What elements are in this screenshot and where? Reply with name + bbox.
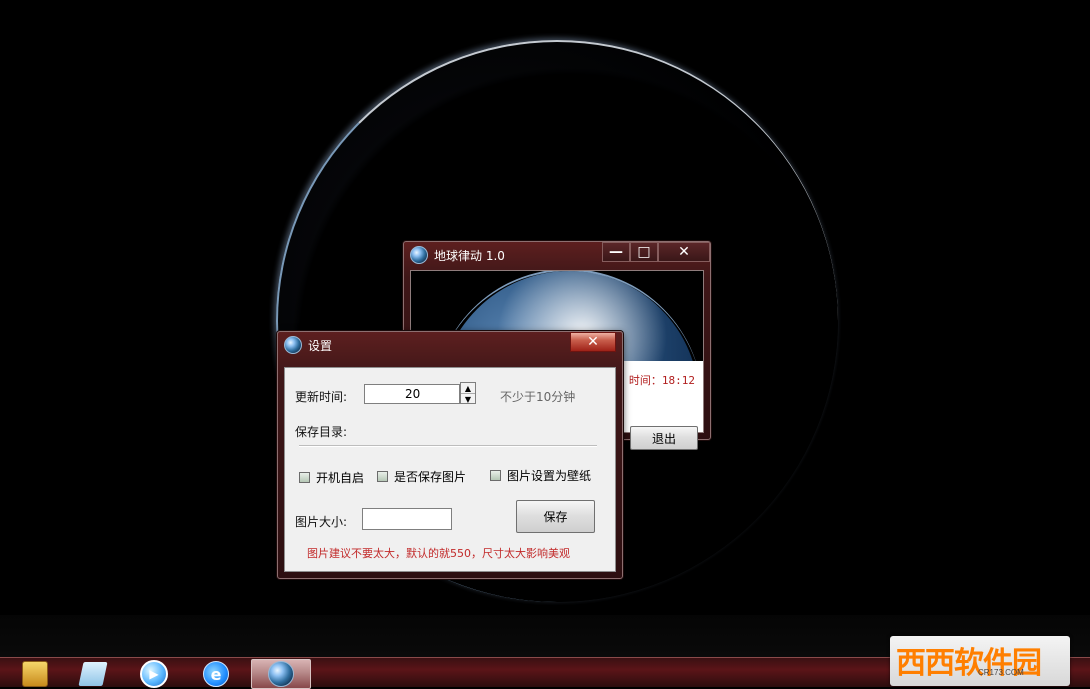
internet-explorer-icon: e <box>203 661 229 687</box>
spinner-up-icon[interactable]: ▲ <box>461 383 475 393</box>
set-wallpaper-checkbox[interactable] <box>490 470 501 481</box>
maximize-icon: □ <box>637 244 651 260</box>
taskbar-item-explorer[interactable] <box>18 661 52 687</box>
close-icon: ✕ <box>678 244 690 260</box>
taskbar-item-ie[interactable]: e <box>199 661 233 687</box>
close-icon: ✕ <box>587 334 599 350</box>
main-window-controls: — □ ✕ <box>602 242 710 262</box>
update-time-spinner[interactable]: ▲ ▼ <box>460 382 476 404</box>
exit-button[interactable]: 退出 <box>630 426 698 450</box>
update-time-value: 20 <box>405 387 421 401</box>
save-button[interactable]: 保存 <box>516 500 595 533</box>
watermark-logo-text: 西西软件园 <box>896 647 1042 680</box>
autostart-checkbox-row[interactable]: 开机自启 <box>299 469 364 486</box>
taskbar-item-notepad[interactable] <box>76 661 110 687</box>
autostart-label: 开机自启 <box>316 471 365 485</box>
video-player-icon: ▶ <box>140 660 168 688</box>
site-watermark: 西西软件园 CR173.COM <box>890 636 1070 686</box>
settings-close-button[interactable]: ✕ <box>570 332 616 352</box>
autostart-checkbox[interactable] <box>299 472 310 483</box>
taskbar-item-earth-app[interactable] <box>251 659 311 689</box>
set-wallpaper-checkbox-row[interactable]: 图片设置为壁纸 <box>490 467 591 484</box>
update-time-text: 时间：18:12 <box>628 374 695 387</box>
image-size-label: 图片大小: <box>295 515 348 529</box>
earth-app-icon <box>268 661 294 687</box>
save-directory-label: 保存目录: <box>295 425 348 439</box>
update-time-label: 更新时间: <box>295 390 348 404</box>
minimize-button[interactable]: — <box>602 242 630 262</box>
save-image-label: 是否保存图片 <box>394 470 467 484</box>
settings-window-title: 设置 <box>308 338 333 353</box>
minimize-icon: — <box>609 244 623 260</box>
settings-app-icon <box>284 336 302 354</box>
save-image-checkbox-row[interactable]: 是否保存图片 <box>377 468 466 485</box>
save-image-checkbox[interactable] <box>377 471 388 482</box>
settings-window-controls: ✕ <box>570 332 616 352</box>
main-window-title: 地球律动 1.0 <box>434 248 505 263</box>
spinner-down-icon[interactable]: ▼ <box>461 393 475 404</box>
notepad-icon <box>78 662 108 686</box>
maximize-button[interactable]: □ <box>630 242 658 262</box>
settings-divider <box>299 445 597 447</box>
update-time-input[interactable]: 20 <box>364 384 460 404</box>
taskbar-item-video-player[interactable]: ▶ <box>137 660 171 688</box>
earth-app-icon <box>410 246 428 264</box>
image-size-note: 图片建议不要太大，默认的就550，尺寸太大影响美观 <box>307 547 570 560</box>
windows-explorer-icon <box>22 661 48 687</box>
watermark-sub-text: CR173.COM <box>978 668 1024 677</box>
main-close-button[interactable]: ✕ <box>658 242 710 262</box>
settings-client: 更新时间: 20 ▲ ▼ 不少于10分钟 保存目录: 开机自启 是否保存图片 图… <box>284 367 616 572</box>
settings-window: 设置 ✕ 更新时间: 20 ▲ ▼ 不少于10分钟 保存目录: 开机自启 是否保… <box>277 331 623 579</box>
set-wallpaper-label: 图片设置为壁纸 <box>507 469 592 483</box>
update-time-hint: 不少于10分钟 <box>500 390 576 404</box>
image-size-input[interactable] <box>362 508 452 530</box>
